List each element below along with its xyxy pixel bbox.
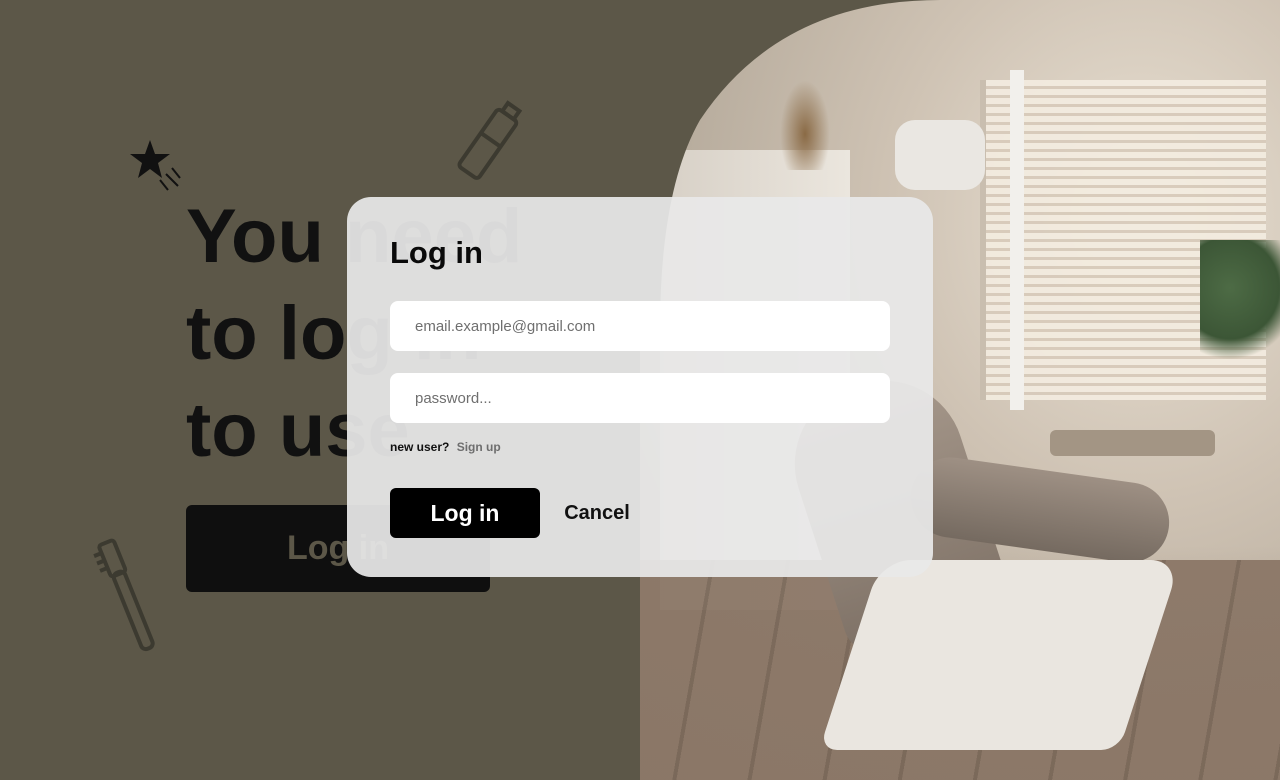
photo-chair-base: [819, 560, 1181, 750]
login-button[interactable]: Log in: [390, 488, 540, 538]
login-modal: Log in new user? Sign up Log in Cancel: [347, 197, 933, 577]
toothpaste-icon: [457, 100, 523, 180]
email-field[interactable]: [390, 301, 890, 351]
modal-title: Log in: [390, 235, 483, 270]
signup-row: new user? Sign up: [390, 440, 501, 454]
photo-lamp-arm: [1010, 70, 1024, 410]
password-field[interactable]: [390, 373, 890, 423]
photo-plant: [1200, 240, 1280, 360]
signup-link[interactable]: Sign up: [457, 440, 501, 454]
cancel-button[interactable]: Cancel: [557, 493, 637, 533]
photo-instrument-tray: [1050, 430, 1215, 456]
star-icon: [130, 140, 181, 191]
new-user-text: new user?: [390, 440, 450, 454]
toothbrush-icon: [93, 538, 155, 652]
